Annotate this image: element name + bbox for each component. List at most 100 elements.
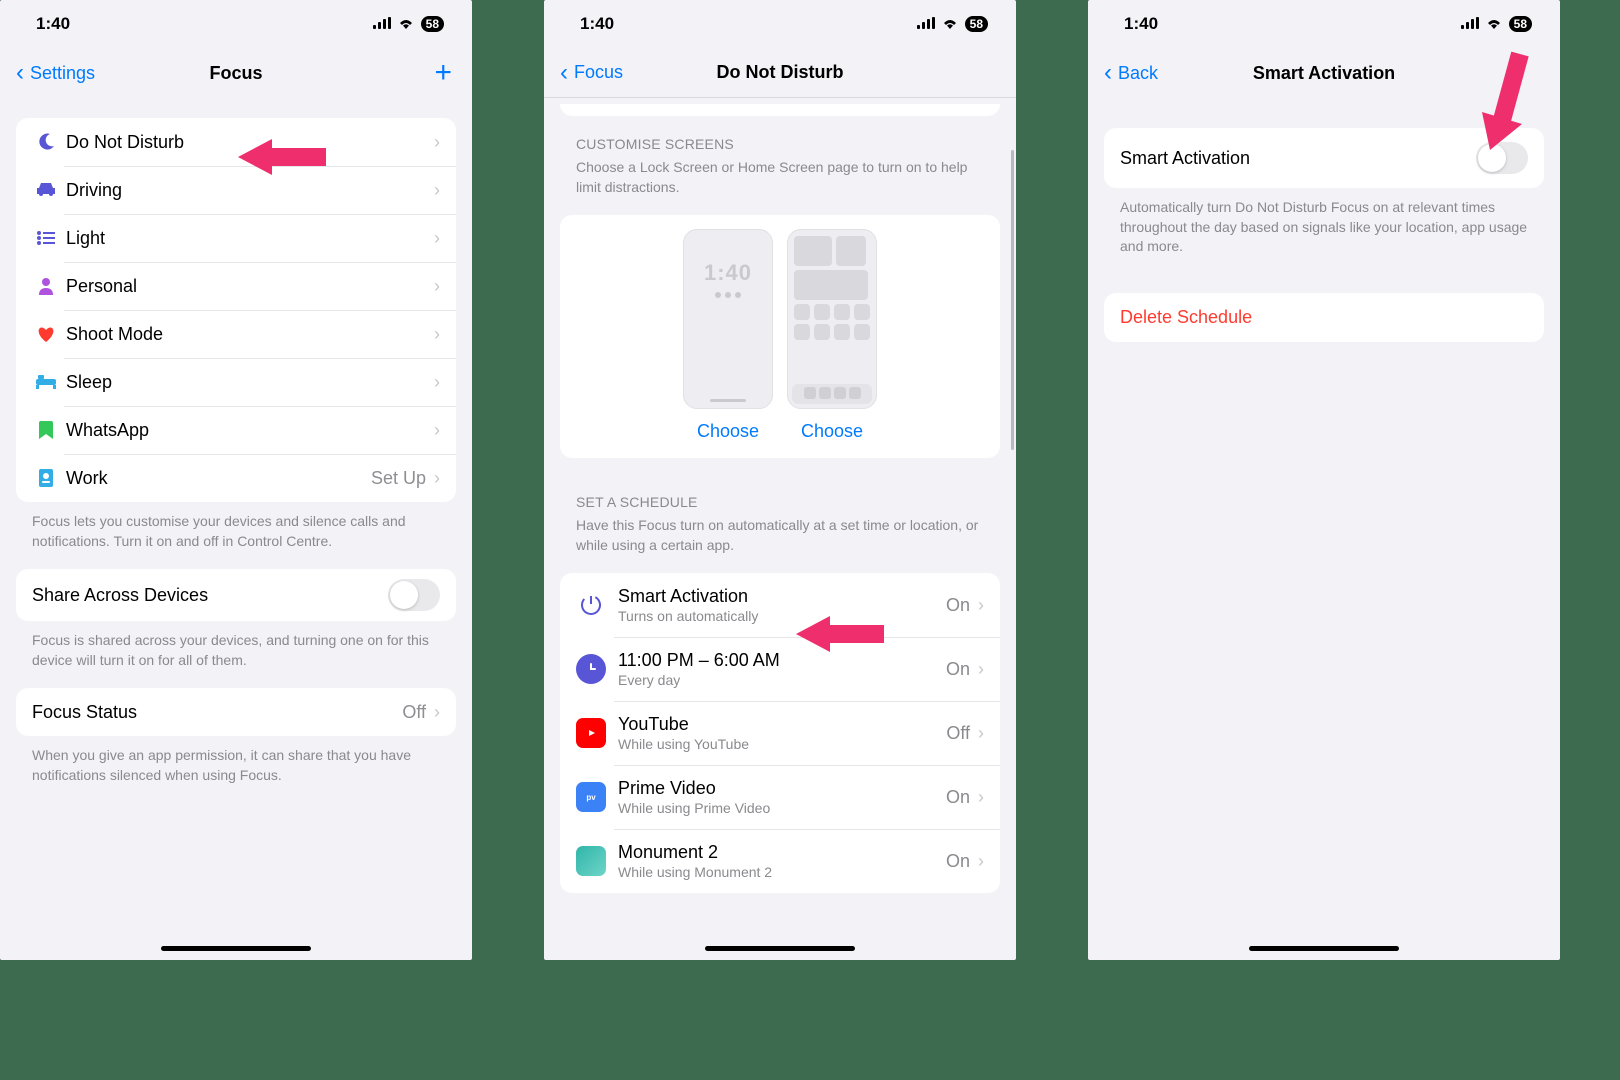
signal-icon [917,14,935,34]
person-icon [32,277,60,295]
schedule-header: SET A SCHEDULE [560,458,1000,516]
scrollbar[interactable] [1011,150,1014,450]
annotation-arrow [796,614,886,654]
battery-icon: 58 [965,16,988,32]
focus-status-value: Off [402,702,426,723]
customise-header: CUSTOMISE SCREENS [560,116,1000,158]
status-right: 58 [1461,14,1532,34]
prime-icon: pv [576,782,606,812]
focus-item-label: WhatsApp [60,420,426,441]
focus-item-label: Work [60,468,371,489]
battery-icon: 58 [1509,16,1532,32]
back-label: Settings [30,63,95,84]
schedule-time[interactable]: 11:00 PM – 6:00 AM Every day On › [560,637,1000,701]
customise-card: 1:40 Choose Choose [560,215,1000,458]
schedule-title: Smart Activation [618,586,946,607]
focus-item-work[interactable]: Work Set Up › [16,454,456,502]
nav-bar: ‹ Settings Focus + [0,48,472,98]
screen-focus-list: 1:40 58 ‹ Settings Focus + Do Not Distur… [0,0,472,960]
focus-item-sleep[interactable]: Sleep › [16,358,456,406]
focus-item-shoot-mode[interactable]: Shoot Mode › [16,310,456,358]
delete-schedule-button[interactable]: Delete Schedule [1104,293,1544,342]
focus-footer: Focus lets you customise your devices an… [16,502,456,569]
wifi-icon [941,14,959,34]
share-label: Share Across Devices [32,585,388,606]
focus-item-light[interactable]: Light › [16,214,456,262]
status-time: 1:40 [1124,14,1158,34]
clock-icon [576,654,606,684]
back-button[interactable]: ‹ Settings [16,61,95,85]
status-bar: 1:40 58 [0,0,472,48]
choose-lock-button[interactable]: Choose [683,421,773,442]
wifi-icon [1485,14,1503,34]
status-bar: 1:40 58 [1088,0,1560,48]
moon-icon [32,132,60,152]
focus-status-label: Focus Status [32,702,402,723]
status-bar: 1:40 58 [544,0,1016,48]
status-right: 58 [373,14,444,34]
chevron-left-icon: ‹ [1104,61,1112,85]
chevron-right-icon: › [978,787,984,808]
focus-item-whatsapp[interactable]: WhatsApp › [16,406,456,454]
status-time: 1:40 [580,14,614,34]
focus-item-driving[interactable]: Driving › [16,166,456,214]
schedule-smart-activation[interactable]: Smart Activation Turns on automatically … [560,573,1000,637]
back-label: Focus [574,62,623,83]
schedule-title: 11:00 PM – 6:00 AM [618,650,946,671]
status-time: 1:40 [36,14,70,34]
home-indicator [1249,946,1399,951]
focus-status-row[interactable]: Focus Status Off › [16,688,456,736]
add-button[interactable]: + [434,56,452,90]
badge-icon [32,469,60,487]
back-button[interactable]: ‹ Back [1104,61,1158,85]
schedule-value: On [946,659,970,680]
partial-card-bottom [560,104,1000,116]
back-button[interactable]: ‹ Focus [560,61,623,85]
schedule-sub: Turns on automatically [618,608,946,624]
annotation-arrow [238,137,328,177]
schedule-title: Prime Video [618,778,946,799]
power-icon [576,590,606,620]
home-screen-preview[interactable] [787,229,877,409]
share-toggle[interactable] [388,579,440,611]
home-indicator [161,946,311,951]
customise-sub: Choose a Lock Screen or Home Screen page… [560,158,1000,215]
signal-icon [373,14,391,34]
schedule-value: Off [946,723,970,744]
chevron-left-icon: ‹ [560,61,568,85]
share-card: Share Across Devices [16,569,456,621]
schedule-title: Monument 2 [618,842,946,863]
focus-item-value: Set Up [371,468,426,489]
schedule-sub: While using Prime Video [618,800,946,816]
screen-do-not-disturb: 1:40 58 ‹ Focus Do Not Disturb CUSTOMISE… [544,0,1016,960]
smart-activation-label: Smart Activation [1120,148,1476,169]
lock-screen-time: 1:40 [704,260,752,286]
monument-icon [576,846,606,876]
schedule-title: YouTube [618,714,946,735]
share-across-devices-row[interactable]: Share Across Devices [16,569,456,621]
focus-item-do-not-disturb[interactable]: Do Not Disturb › [16,118,456,166]
chevron-right-icon: › [434,228,440,249]
focus-status-footer: When you give an app permission, it can … [16,736,456,803]
chevron-right-icon: › [434,702,440,723]
chevron-right-icon: › [434,132,440,153]
tag-icon [32,421,60,439]
schedule-value: On [946,595,970,616]
chevron-right-icon: › [434,420,440,441]
schedule-youtube[interactable]: YouTube While using YouTube Off › [560,701,1000,765]
focus-item-label: Light [60,228,426,249]
chevron-right-icon: › [978,595,984,616]
wifi-icon [397,14,415,34]
schedule-list: Smart Activation Turns on automatically … [560,573,1000,893]
chevron-right-icon: › [434,372,440,393]
choose-home-button[interactable]: Choose [787,421,877,442]
schedule-prime-video[interactable]: pv Prime Video While using Prime Video O… [560,765,1000,829]
battery-icon: 58 [421,16,444,32]
chevron-right-icon: › [978,723,984,744]
lock-screen-preview[interactable]: 1:40 [683,229,773,409]
share-footer: Focus is shared across your devices, and… [16,621,456,688]
focus-item-label: Personal [60,276,426,297]
focus-item-personal[interactable]: Personal › [16,262,456,310]
focus-status-card: Focus Status Off › [16,688,456,736]
schedule-monument[interactable]: Monument 2 While using Monument 2 On › [560,829,1000,893]
